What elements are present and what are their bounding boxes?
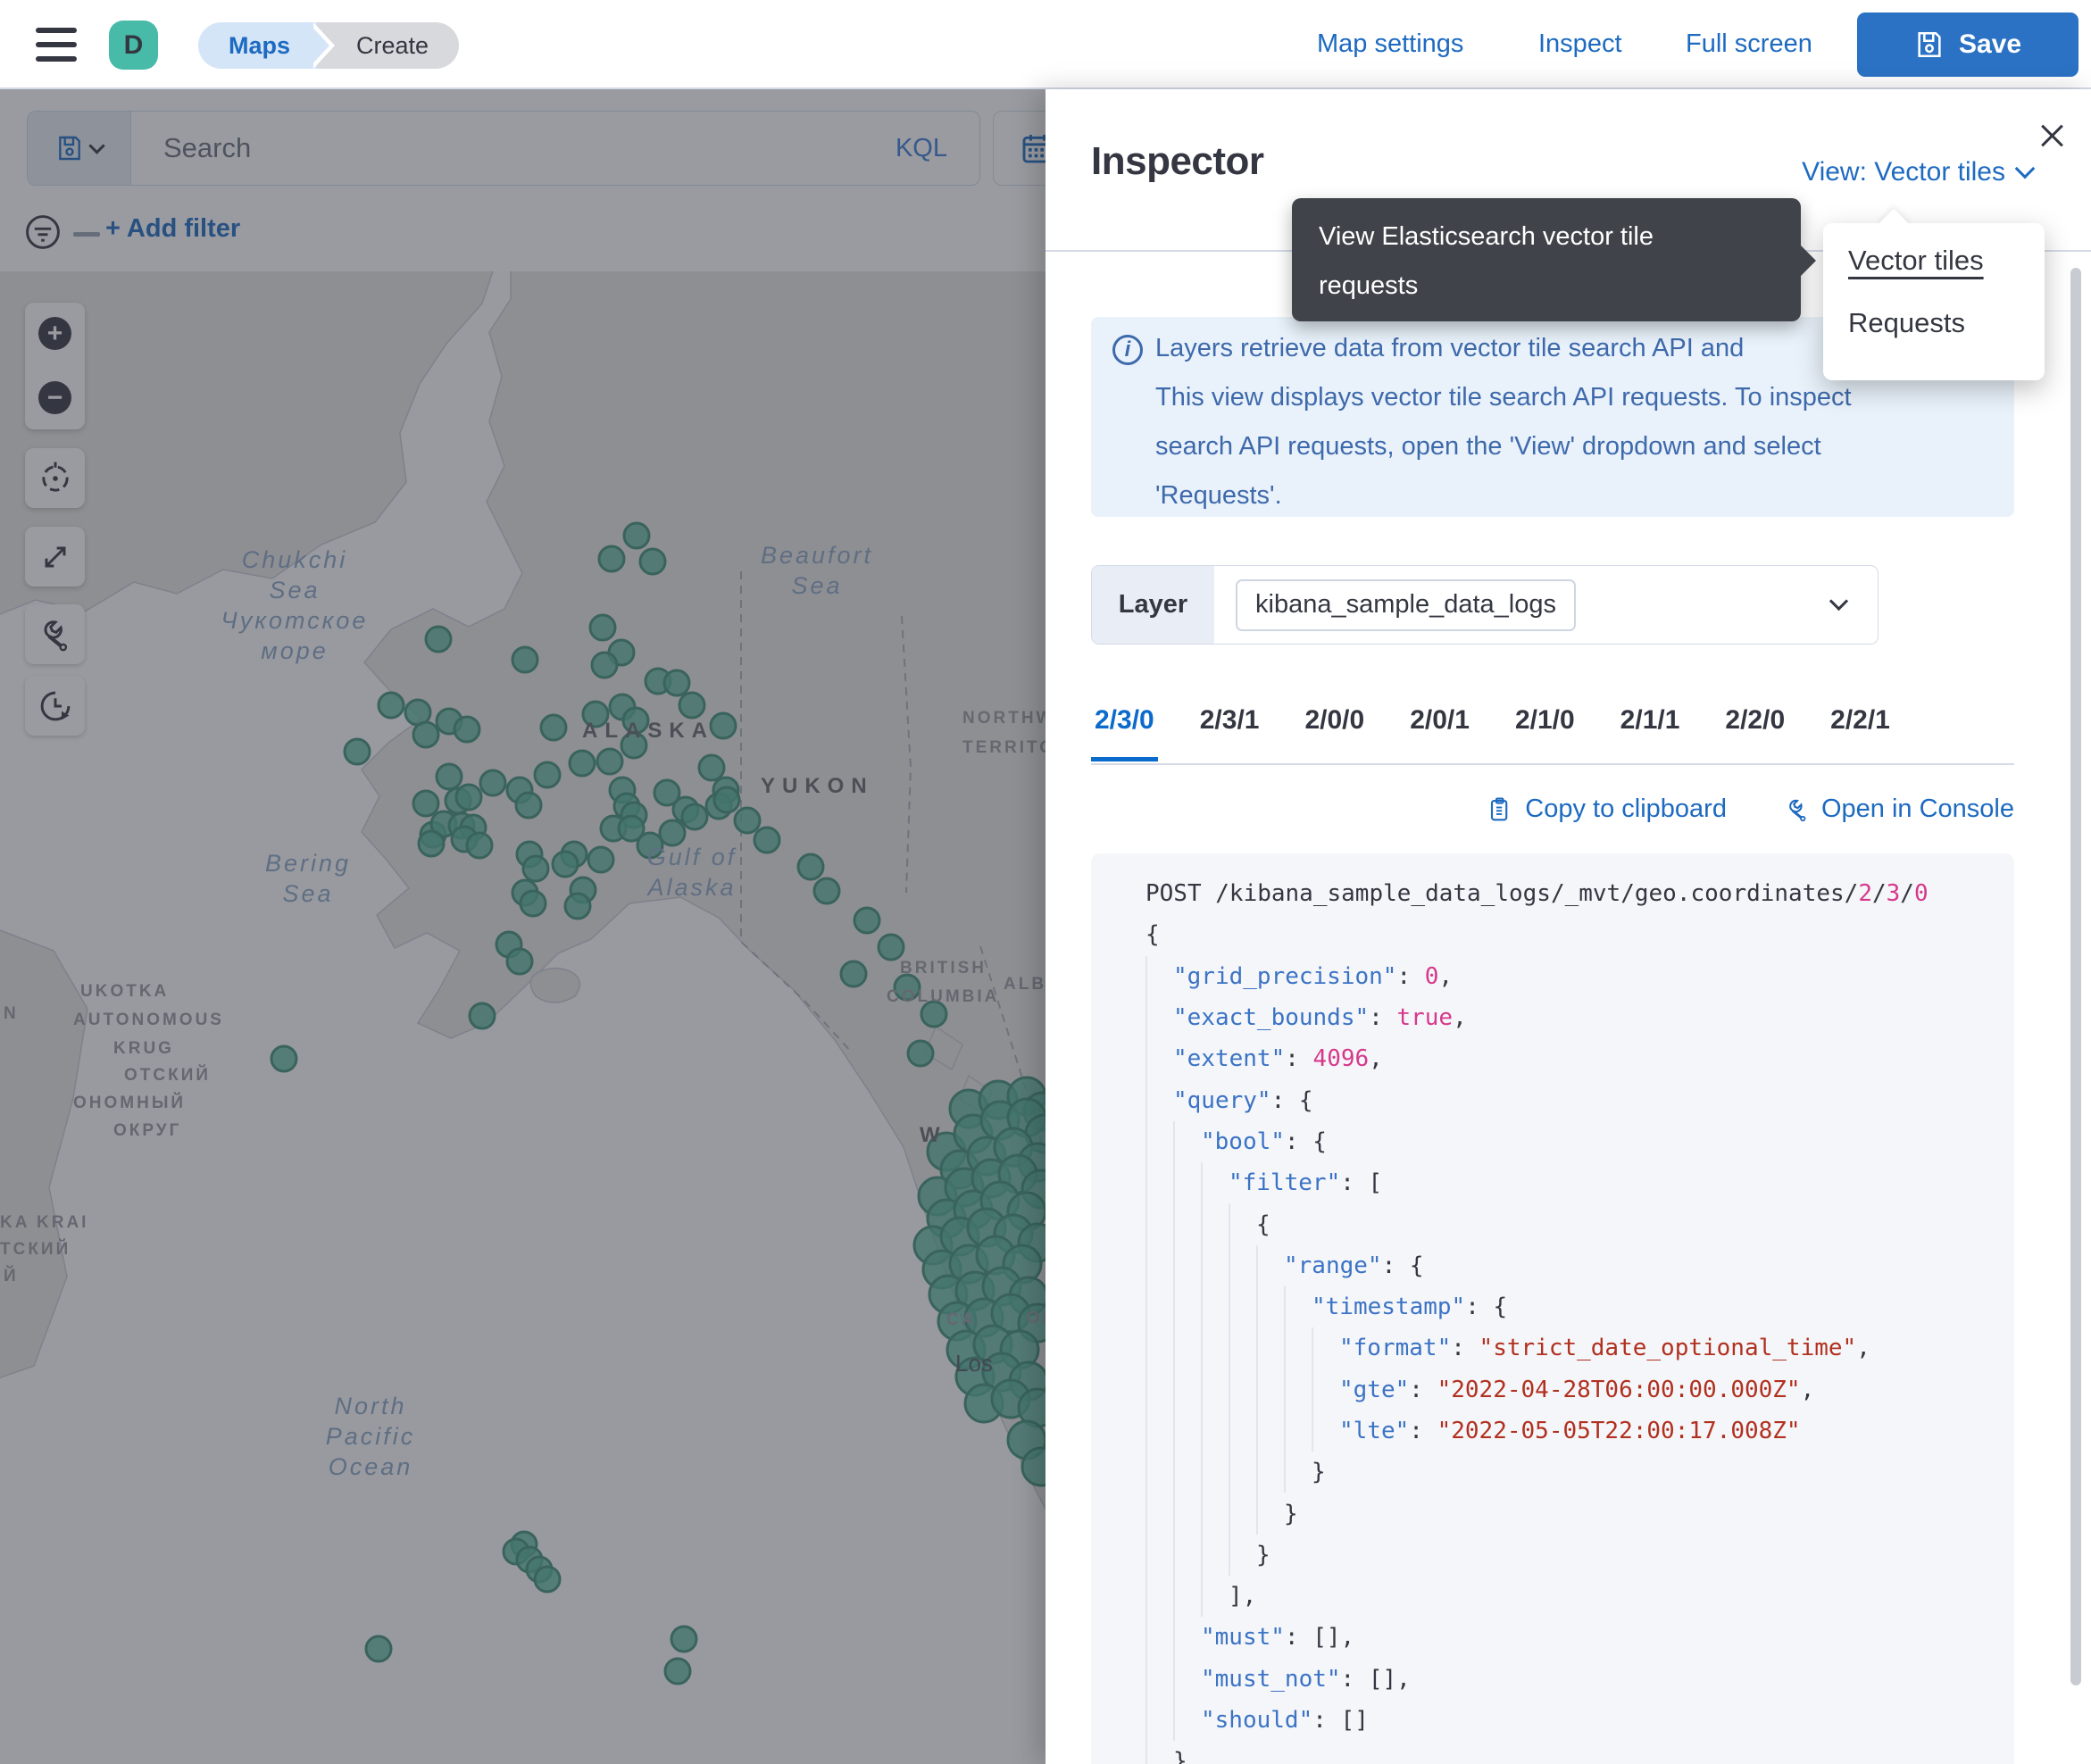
chevron-down-icon [2015, 159, 2036, 179]
info-icon: i [1112, 335, 1143, 365]
chevron-down-icon [1829, 592, 1848, 611]
inspect-link[interactable]: Inspect [1538, 29, 1622, 59]
tab-2-1-1[interactable]: 2/1/1 [1617, 705, 1684, 761]
tab-2-1-0[interactable]: 2/1/0 [1512, 705, 1579, 761]
view-tooltip: View Elasticsearch vector tile requests [1292, 198, 1801, 321]
close-icon[interactable] [2036, 120, 2068, 152]
code-line: POST /kibana_sample_data_logs/_mvt/geo.c… [1145, 873, 2014, 914]
request-code-block[interactable]: POST /kibana_sample_data_logs/_mvt/geo.c… [1091, 853, 2014, 1764]
scrollbar-thumb[interactable] [2070, 268, 2081, 1685]
breadcrumb: Maps Create [198, 22, 459, 69]
avatar[interactable]: D [109, 21, 158, 70]
code-line: ], [1145, 1576, 2014, 1617]
code-line: "should": [] [1145, 1700, 2014, 1741]
save-button[interactable]: Save [1857, 12, 2079, 77]
code-line: "filter": [ [1145, 1162, 2014, 1203]
copy-icon [1487, 796, 1514, 823]
code-line: "range": { [1145, 1245, 2014, 1286]
save-icon [1914, 29, 1945, 60]
code-line: "format": "strict_date_optional_time", [1145, 1327, 2014, 1369]
code-line: } [1145, 1493, 2014, 1534]
modal-dim-overlay [0, 89, 1046, 1764]
code-line: "timestamp": { [1145, 1286, 2014, 1327]
console-wrench-icon [1784, 796, 1811, 823]
code-line: { [1145, 914, 2014, 955]
code-line: "bool": { [1145, 1121, 2014, 1162]
layer-select-row: Layer kibana_sample_data_logs [1091, 565, 1879, 645]
layer-label: Layer [1092, 566, 1214, 644]
menu-icon[interactable] [36, 28, 77, 62]
code-line: "must": [], [1145, 1617, 2014, 1658]
tile-tabs: 2/3/0 2/3/1 2/0/0 2/0/1 2/1/0 2/1/1 2/2/0 2/2/1 [1091, 705, 2014, 761]
code-line: } [1145, 1741, 2014, 1764]
menu-item-vector-tiles[interactable]: Vector tiles [1848, 245, 2045, 277]
code-line: } [1145, 1535, 2014, 1576]
tab-2-0-0[interactable]: 2/0/0 [1301, 705, 1368, 761]
layer-selected-value[interactable]: kibana_sample_data_logs [1236, 579, 1576, 631]
view-dropdown-menu: Vector tiles Requests [1823, 223, 2045, 380]
top-header: D Maps Create Map settings Inspect Full … [0, 0, 2091, 89]
request-actions: Copy to clipboard Open in Console [1091, 795, 2014, 824]
layer-select[interactable]: kibana_sample_data_logs [1214, 566, 1878, 644]
code-line: "query": { [1145, 1079, 2014, 1120]
tabs-border [1091, 763, 2014, 765]
code-line: } [1145, 1452, 2014, 1493]
code-line: "gte": "2022-04-28T06:00:00.000Z", [1145, 1369, 2014, 1410]
tab-2-3-1[interactable]: 2/3/1 [1196, 705, 1263, 761]
code-line: { [1145, 1203, 2014, 1244]
code-line: "must_not": [], [1145, 1659, 2014, 1700]
tab-2-2-1[interactable]: 2/2/1 [1827, 705, 1894, 761]
open-in-console-button[interactable]: Open in Console [1784, 795, 2014, 824]
code-line: "exact_bounds": true, [1145, 997, 2014, 1038]
inspector-title: Inspector [1091, 139, 1264, 184]
map-settings-link[interactable]: Map settings [1317, 29, 1463, 59]
view-dropdown[interactable]: View: Vector tiles [1802, 157, 2032, 187]
full-screen-link[interactable]: Full screen [1686, 29, 1812, 59]
breadcrumb-maps[interactable]: Maps [198, 22, 317, 69]
breadcrumb-create: Create [317, 22, 459, 69]
code-line: "lte": "2022-05-05T22:00:17.008Z" [1145, 1410, 2014, 1452]
menu-item-requests[interactable]: Requests [1848, 307, 2045, 339]
tab-2-2-0[interactable]: 2/2/0 [1721, 705, 1788, 761]
copy-to-clipboard-button[interactable]: Copy to clipboard [1487, 795, 1727, 824]
tab-2-0-1[interactable]: 2/0/1 [1406, 705, 1473, 761]
code-line: "extent": 4096, [1145, 1038, 2014, 1079]
code-line: "grid_precision": 0, [1145, 956, 2014, 997]
tab-2-3-0[interactable]: 2/3/0 [1091, 705, 1158, 761]
